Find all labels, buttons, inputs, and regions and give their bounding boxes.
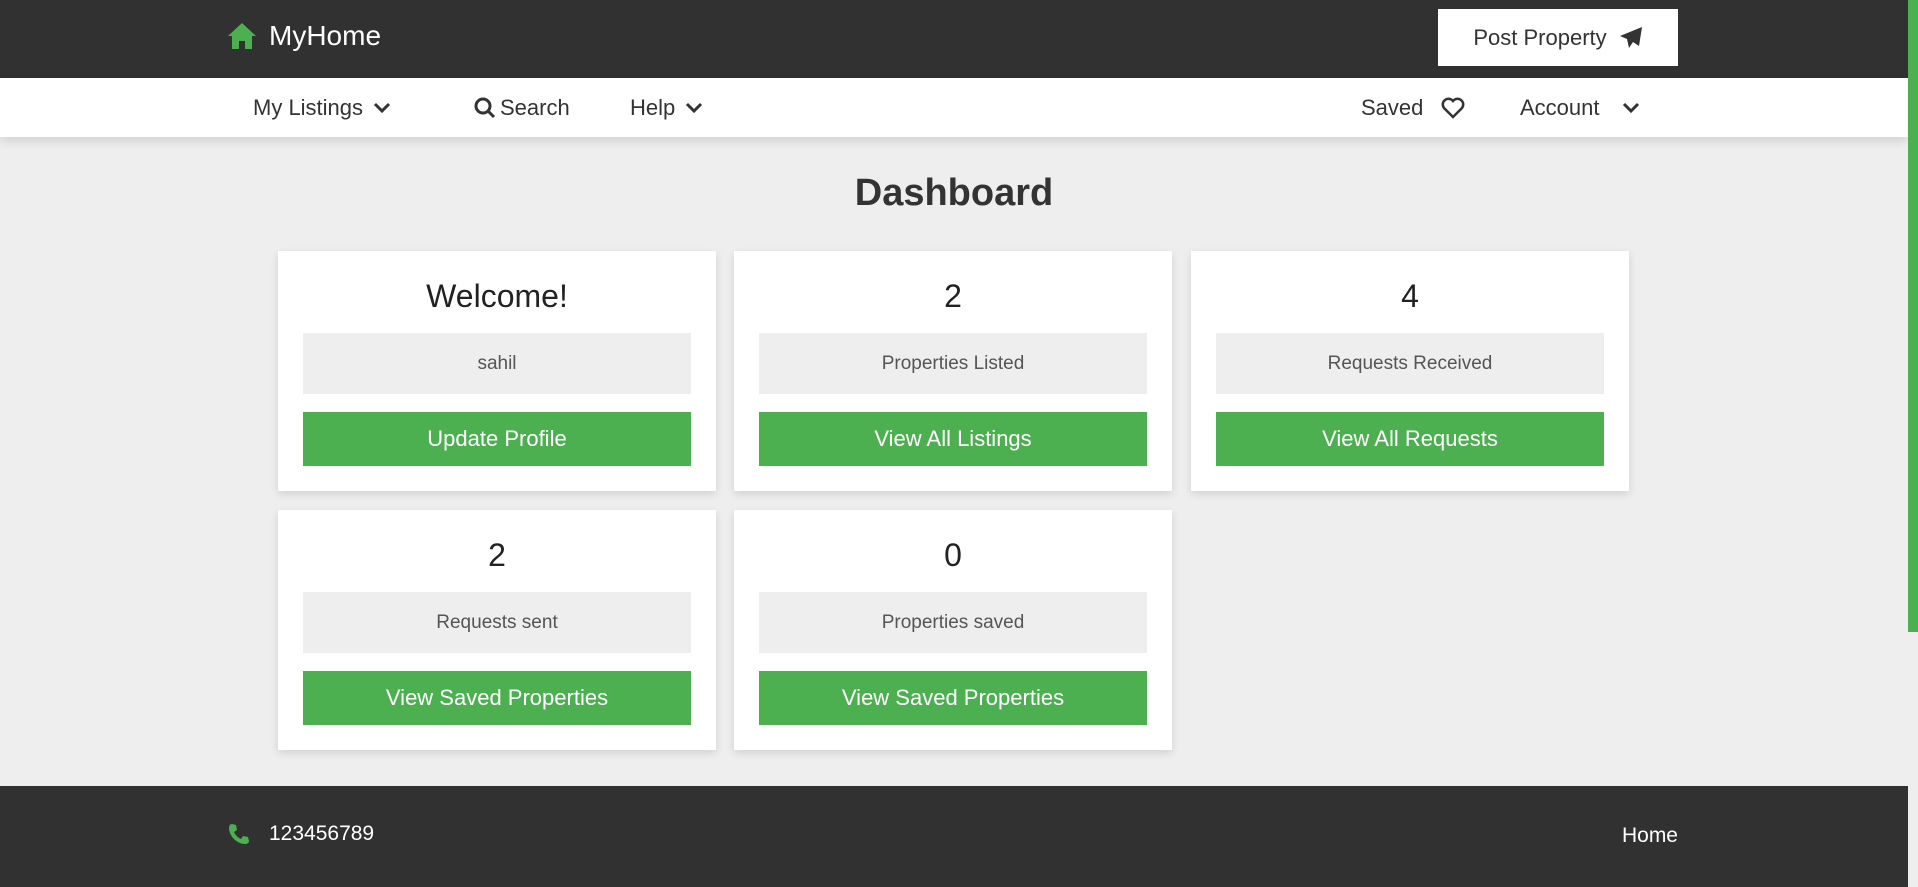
scrollbar-thumb[interactable] bbox=[1908, 0, 1918, 632]
view-all-listings-button[interactable]: View All Listings bbox=[759, 412, 1147, 466]
nav-help[interactable]: Help bbox=[630, 78, 703, 137]
chevron-down-icon bbox=[686, 102, 703, 113]
paper-plane-icon bbox=[1619, 26, 1642, 48]
brand-name: MyHome bbox=[269, 20, 382, 51]
heart-icon bbox=[1441, 97, 1465, 119]
brand-logo[interactable]: MyHome bbox=[227, 20, 381, 52]
view-all-requests-button[interactable]: View All Requests bbox=[1216, 412, 1604, 466]
requests-sent-card: 2 Requests sent View Saved Properties bbox=[278, 510, 716, 750]
properties-listed-card: 2 Properties Listed View All Listings bbox=[734, 251, 1172, 491]
footer-home-link[interactable]: Home bbox=[1622, 824, 1678, 848]
nav-search[interactable]: Search bbox=[474, 78, 570, 137]
view-saved-properties-button[interactable]: View Saved Properties bbox=[303, 671, 691, 725]
requests-received-card: 4 Requests Received View All Requests bbox=[1191, 251, 1629, 491]
search-icon bbox=[474, 97, 496, 118]
nav-account-label: Account bbox=[1520, 94, 1600, 120]
footer-phone: 123456789 bbox=[227, 822, 374, 846]
card-value: 2 bbox=[488, 536, 506, 573]
card-label: Requests sent bbox=[303, 592, 691, 653]
card-value: 0 bbox=[944, 536, 962, 573]
card-value: Welcome! bbox=[426, 277, 568, 314]
card-label: Properties Listed bbox=[759, 333, 1147, 394]
nav-my-listings-label: My Listings bbox=[253, 94, 364, 120]
properties-saved-card: 0 Properties saved View Saved Properties bbox=[734, 510, 1172, 750]
nav-my-listings[interactable]: My Listings bbox=[253, 78, 391, 137]
phone-number: 123456789 bbox=[269, 822, 375, 845]
update-profile-button[interactable]: Update Profile bbox=[303, 412, 691, 466]
card-value: 2 bbox=[944, 277, 962, 314]
card-value: 4 bbox=[1401, 277, 1419, 314]
footer: 123456789 Home bbox=[0, 786, 1908, 887]
nav-saved-label: Saved bbox=[1361, 94, 1424, 120]
page-title: Dashboard bbox=[854, 172, 1054, 214]
nav-account[interactable]: Account bbox=[1520, 78, 1640, 137]
post-property-button[interactable]: Post Property bbox=[1438, 9, 1678, 66]
nav-bar: My Listings Search Help Saved Account bbox=[0, 78, 1908, 137]
home-icon bbox=[228, 23, 256, 49]
top-header: MyHome Post Property bbox=[0, 0, 1918, 78]
post-property-label: Post Property bbox=[1473, 24, 1607, 50]
welcome-card: Welcome! sahil Update Profile bbox=[278, 251, 716, 491]
chevron-down-icon bbox=[1622, 102, 1639, 113]
view-saved-properties-button[interactable]: View Saved Properties bbox=[759, 671, 1147, 725]
card-label: sahil bbox=[303, 333, 691, 394]
phone-icon bbox=[229, 824, 249, 844]
card-label: Properties saved bbox=[759, 592, 1147, 653]
nav-search-label: Search bbox=[500, 94, 570, 120]
nav-saved[interactable]: Saved bbox=[1361, 78, 1465, 137]
nav-help-label: Help bbox=[630, 94, 676, 120]
chevron-down-icon bbox=[373, 102, 391, 113]
card-label: Requests Received bbox=[1216, 333, 1604, 394]
